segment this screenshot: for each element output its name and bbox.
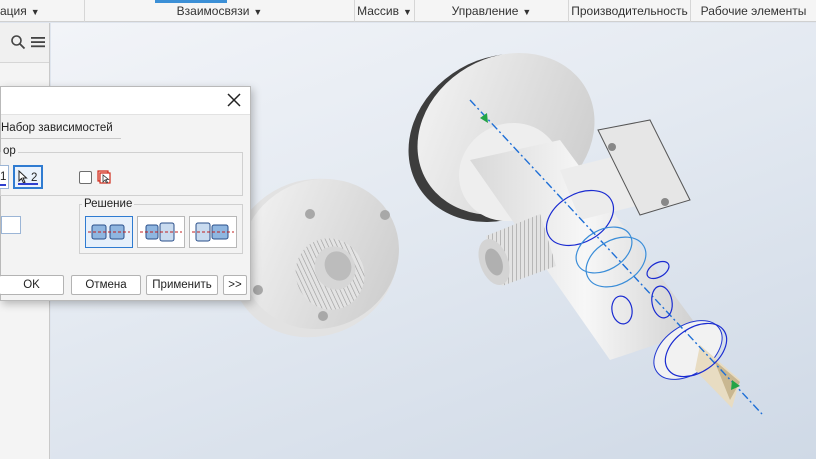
ribbon-panel-manage[interactable]: Управление ▼: [414, 0, 568, 22]
selection-1-button[interactable]: 1: [0, 165, 9, 189]
dropdown-arrow-icon[interactable]: ▼: [403, 7, 412, 17]
offset-input[interactable]: [1, 216, 21, 234]
cancel-button[interactable]: Отмена: [71, 275, 141, 295]
ribbon-panel-productivity[interactable]: Производительность: [568, 0, 690, 22]
solution-mate-button[interactable]: [85, 216, 133, 248]
more-options-button[interactable]: >>: [223, 275, 247, 295]
tab-constraint-set[interactable]: Набор зависимостей: [1, 122, 113, 138]
solution-flush-icon: [140, 222, 182, 242]
apply-button[interactable]: Применить: [146, 275, 218, 295]
constraint-set-dialog: Набор зависимостей ор 1 2 Решение OK Отм…: [0, 86, 251, 301]
dropdown-arrow-icon[interactable]: ▼: [253, 7, 262, 17]
search-icon[interactable]: [10, 34, 26, 50]
ok-button[interactable]: OK: [0, 275, 64, 295]
close-icon[interactable]: [226, 92, 242, 108]
selection-2-indicator: [18, 183, 38, 185]
ribbon-panel-label: Рабочие элементы: [700, 4, 807, 18]
selection-2-button[interactable]: 2: [13, 165, 43, 189]
ribbon-panel-bar: ация ▼ Взаимосвязи ▼ Массив ▼ Управление ▼ П…: [0, 0, 816, 22]
cursor-arrow-icon: [18, 170, 28, 184]
ribbon-panel-label: Взаимосвязи: [176, 4, 250, 18]
selection-group-label: ор: [1, 145, 18, 157]
ribbon-panel-label: ация: [0, 4, 27, 18]
solution-mate-icon: [88, 224, 130, 240]
solution-inside-icon: [192, 222, 234, 242]
selection-1-indicator: [0, 184, 6, 186]
solution-group-label: Решение: [82, 198, 135, 210]
dialog-titlebar: [1, 87, 250, 115]
show-preview-icon[interactable]: [96, 169, 112, 185]
ribbon-panel-label: Массив: [357, 4, 399, 18]
dropdown-arrow-icon[interactable]: ▼: [522, 7, 531, 17]
ribbon-panel-work-features[interactable]: Рабочие элементы: [690, 0, 816, 22]
dropdown-arrow-icon[interactable]: ▼: [31, 7, 40, 17]
ribbon-panel-label: Управление: [451, 4, 519, 18]
ribbon-panel-construction[interactable]: ация ▼: [0, 0, 84, 22]
selection-2-label: 2: [31, 172, 38, 184]
browser-header: [0, 23, 49, 63]
right-flange-part[interactable]: [378, 23, 740, 408]
menu-icon[interactable]: [30, 34, 46, 50]
solution-inside-button[interactable]: [189, 216, 237, 248]
predict-offset-checkbox[interactable]: [79, 171, 92, 184]
ribbon-panel-label: Производительность: [571, 4, 688, 18]
solution-flush-button[interactable]: [137, 216, 185, 248]
ribbon-panel-relationships[interactable]: Взаимосвязи ▼: [84, 0, 354, 22]
ribbon-panel-pattern[interactable]: Массив ▼: [354, 0, 414, 22]
tab-underline: [1, 138, 121, 139]
